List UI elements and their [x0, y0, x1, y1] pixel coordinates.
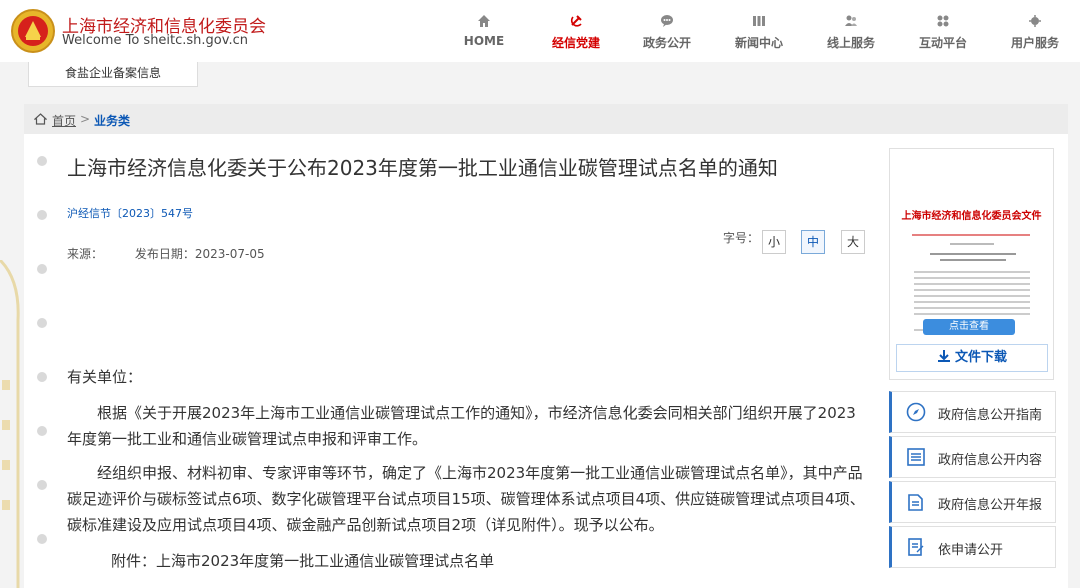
sidebar-link-disclosure-guide[interactable]: 政府信息公开指南 — [889, 391, 1056, 433]
publish-date: 发布日期：2023-07-05 — [134, 247, 265, 261]
sidebar-link-label: 政府信息公开年报 — [938, 498, 1043, 513]
hammer-sickle-icon — [570, 15, 582, 27]
nav-label: HOME — [463, 34, 505, 48]
report-icon — [908, 494, 923, 511]
font-size-label: 字号： — [723, 231, 760, 245]
nav-home[interactable]: HOME — [444, 0, 524, 62]
document-number: 沪经信节〔2023〕547号 — [67, 207, 193, 220]
file-download-button[interactable]: 文件下载 — [896, 344, 1048, 372]
article-meta: 来源： 发布日期：2023-07-05 — [67, 245, 265, 262]
sidebar-link-label: 依申请公开 — [938, 543, 1004, 558]
home-icon — [478, 15, 490, 27]
nav-label: 经信党建 — [551, 36, 600, 50]
nav-label: 互动平台 — [918, 36, 967, 50]
site-header: 上海市经济和信息化委员会 Welcome To sheitc.sh.gov.cn… — [0, 0, 1080, 62]
nav-label: 线上服务 — [826, 36, 875, 50]
decorative-building-illustration — [0, 260, 20, 588]
download-label: 文件下载 — [954, 350, 1007, 365]
nav-party-building[interactable]: 经信党建 — [536, 0, 616, 62]
nav-online-service[interactable]: 线上服务 — [811, 0, 891, 62]
news-icon — [753, 16, 765, 26]
attachment-link[interactable]: 附件：上海市2023年度第一批工业通信业碳管理试点名单 — [67, 548, 867, 574]
users-icon — [845, 15, 857, 26]
nav-interaction[interactable]: 互动平台 — [903, 0, 983, 62]
site-name-en: Welcome To sheitc.sh.gov.cn — [62, 33, 248, 48]
article-title: 上海市经济信息化委关于公布2023年度第一批工业通信业碳管理试点名单的通知 — [67, 156, 778, 180]
download-icon — [937, 350, 950, 362]
nav-label: 政务公开 — [642, 36, 691, 50]
emblem-logo[interactable] — [10, 8, 56, 54]
nav-user-service[interactable]: 用户服务 — [995, 0, 1075, 62]
font-size-medium-button[interactable]: 中 — [801, 230, 825, 254]
sidebar-link-annual-report[interactable]: 政府信息公开年报 — [889, 481, 1056, 523]
user-service-icon — [1029, 15, 1041, 27]
paragraph-2: 经组织申报、材料初审、专家评审等环节，确定了《上海市2023年度第一批工业通信业… — [67, 464, 865, 534]
breadcrumb-home-link[interactable]: 首页 — [52, 112, 76, 129]
font-size-small-button[interactable]: 小 — [762, 230, 786, 254]
nav-gov-affairs[interactable]: 政务公开 — [627, 0, 707, 62]
thumbnail-doc-title: 上海市经济和信息化委员会文件 — [901, 211, 1042, 222]
font-size-large-button[interactable]: 大 — [841, 230, 865, 254]
chat-icon — [661, 15, 673, 27]
click-to-view-button[interactable]: 点击查看 — [923, 319, 1015, 335]
compass-icon — [906, 402, 926, 422]
sidebar-link-disclosure-content[interactable]: 政府信息公开内容 — [889, 436, 1056, 478]
source-label: 来源： — [67, 247, 104, 261]
sidebar-link-label: 政府信息公开内容 — [938, 453, 1043, 468]
paragraph-1: 根据《关于开展2023年上海市工业通信业碳管理试点工作的通知》，市经济信息化委会… — [67, 404, 856, 448]
nav-label: 新闻中心 — [734, 36, 783, 50]
sidebar-link-apply-disclosure[interactable]: 依申请公开 — [889, 526, 1056, 568]
list-icon — [907, 448, 925, 466]
nav-news[interactable]: 新闻中心 — [719, 0, 799, 62]
nav-label: 用户服务 — [1010, 36, 1059, 50]
apply-icon — [908, 538, 924, 556]
breadcrumb-separator: > — [80, 112, 91, 126]
breadcrumb-current[interactable]: 业务类 — [94, 112, 130, 129]
home-icon — [34, 113, 47, 125]
salt-enterprise-tab[interactable]: 食盐企业备案信息 — [28, 62, 198, 87]
breadcrumb: 首页 > 业务类 — [24, 104, 1068, 134]
sidebar-link-label: 政府信息公开指南 — [938, 408, 1043, 423]
salutation: 有关单位： — [67, 368, 143, 386]
interaction-icon — [937, 15, 949, 27]
